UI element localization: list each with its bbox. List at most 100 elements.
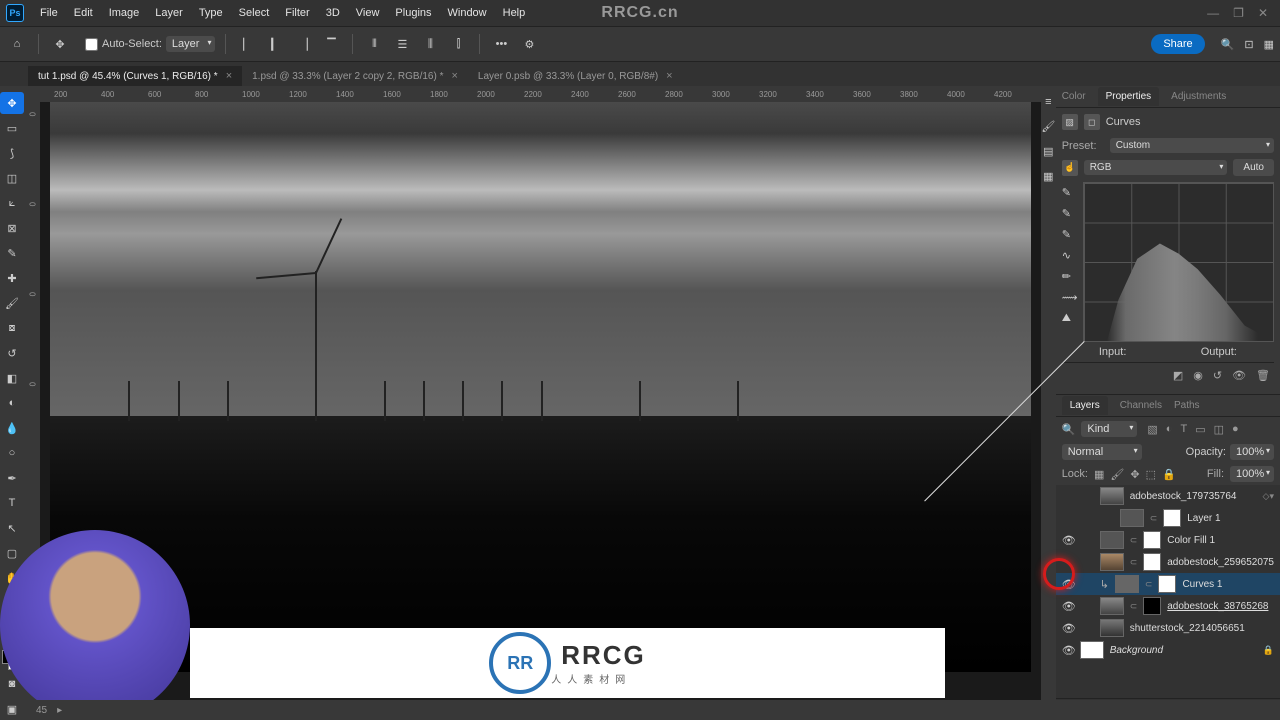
menu-edit[interactable]: Edit xyxy=(66,7,101,19)
align-left-icon[interactable]: ▏ xyxy=(236,33,258,55)
pencil-mode-icon[interactable]: ✏ xyxy=(1062,270,1078,283)
pen-tool[interactable]: ✒ xyxy=(0,467,24,489)
menu-select[interactable]: Select xyxy=(231,7,278,19)
menu-file[interactable]: File xyxy=(32,7,66,19)
sample-black-icon[interactable]: ✎ xyxy=(1062,228,1078,241)
move-tool[interactable]: ✥ xyxy=(0,92,24,114)
align-right-icon[interactable]: ▕ xyxy=(292,33,314,55)
filter-type-icon[interactable]: T xyxy=(1180,423,1187,436)
shape-tool[interactable]: ▢ xyxy=(0,542,24,564)
crop-tool[interactable]: ⟀ xyxy=(0,192,24,214)
history-brush-tool[interactable]: ↺ xyxy=(0,342,24,364)
visibility-icon[interactable]: 👁 xyxy=(1062,600,1074,613)
filter-pixel-icon[interactable]: ▧ xyxy=(1147,423,1157,436)
align-center-h-icon[interactable]: ▎ xyxy=(264,33,286,55)
filter-toggle-icon[interactable]: ● xyxy=(1232,423,1239,436)
window-maximize-icon[interactable]: ❐ xyxy=(1233,6,1244,20)
eraser-tool[interactable]: ◧ xyxy=(0,367,24,389)
distribute-v-icon[interactable]: ☰ xyxy=(391,33,413,55)
history-panel-icon[interactable]: ≡ xyxy=(1045,96,1051,108)
marquee-tool[interactable]: ▭ xyxy=(0,117,24,139)
tab-channels[interactable]: Channels xyxy=(1120,400,1162,411)
lock-transparent-icon[interactable]: ▦ xyxy=(1094,468,1104,481)
menu-filter[interactable]: Filter xyxy=(277,7,317,19)
preset-dropdown[interactable]: Custom xyxy=(1110,138,1274,153)
opacity-value[interactable]: 100% xyxy=(1230,444,1274,460)
histogram-icon[interactable]: ⛰ xyxy=(1062,312,1078,325)
zoom-value[interactable]: 45 xyxy=(36,705,47,716)
search-icon[interactable]: 🔍 xyxy=(1221,38,1235,51)
menu-3d[interactable]: 3D xyxy=(318,7,348,19)
layer-row[interactable]: 👁shutterstock_2214056651 xyxy=(1056,617,1280,639)
close-icon[interactable]: × xyxy=(666,70,672,82)
stamp-tool[interactable]: ⧇ xyxy=(0,317,24,339)
lock-artboard-icon[interactable]: ⬚ xyxy=(1146,468,1156,481)
distribute-3-icon[interactable]: ⫼ xyxy=(419,33,441,55)
distribute-h-icon[interactable]: ⫴ xyxy=(363,33,385,55)
filter-adjust-icon[interactable]: ◐ xyxy=(1166,423,1173,436)
delete-adjustment-icon[interactable]: 🗑 xyxy=(1256,369,1270,382)
align-top-icon[interactable]: ▔ xyxy=(320,33,342,55)
visibility-icon[interactable]: 👁 xyxy=(1062,644,1074,657)
menu-window[interactable]: Window xyxy=(440,7,495,19)
3d-mode-icon[interactable]: ⚙ xyxy=(518,33,540,55)
layer-row[interactable]: adobestock_179735764◇▾ xyxy=(1056,485,1280,507)
layer-row[interactable]: 👁⊂Color Fill 1 xyxy=(1056,529,1280,551)
curves-graph[interactable] xyxy=(1083,182,1274,342)
tab-color[interactable]: Color xyxy=(1062,91,1086,102)
visibility-icon[interactable]: 👁 xyxy=(1062,622,1074,635)
swatches-panel-icon[interactable]: ▤ xyxy=(1043,145,1053,158)
sample-white-icon[interactable]: ✎ xyxy=(1062,186,1078,199)
window-minimize-icon[interactable]: — xyxy=(1207,6,1219,20)
lock-pixels-icon[interactable]: 🖌 xyxy=(1110,468,1124,481)
workspace-icon[interactable]: ▦ xyxy=(1264,38,1274,51)
filter-shape-icon[interactable]: ▭ xyxy=(1195,423,1205,436)
menu-image[interactable]: Image xyxy=(101,7,148,19)
window-close-icon[interactable]: ✕ xyxy=(1258,6,1268,20)
tab-layers[interactable]: Layers xyxy=(1062,396,1108,415)
visibility-icon[interactable]: 👁 xyxy=(1062,578,1074,591)
lasso-tool[interactable]: ⟆ xyxy=(0,142,24,164)
lock-all-icon[interactable]: 🔒 xyxy=(1162,468,1176,481)
layer-row[interactable]: ⊂adobestock_259652075 xyxy=(1056,551,1280,573)
eyedropper-tool[interactable]: ✎ xyxy=(0,242,24,264)
menu-layer[interactable]: Layer xyxy=(147,7,191,19)
brush-panel-icon[interactable]: 🖌 xyxy=(1041,120,1055,133)
fill-value[interactable]: 100% xyxy=(1230,466,1274,482)
tab-adjustments[interactable]: Adjustments xyxy=(1171,91,1226,102)
layer-row[interactable]: 👁⊂adobestock_38765268 xyxy=(1056,595,1280,617)
menu-type[interactable]: Type xyxy=(191,7,231,19)
path-select-tool[interactable]: ↖ xyxy=(0,517,24,539)
channel-dropdown[interactable]: RGB xyxy=(1084,160,1228,175)
doc-tab-0[interactable]: tut 1.psd @ 45.4% (Curves 1, RGB/16) *× xyxy=(28,66,242,86)
dodge-tool[interactable]: ○ xyxy=(0,442,24,464)
reset-icon[interactable]: ↺ xyxy=(1213,369,1222,382)
menu-plugins[interactable]: Plugins xyxy=(387,7,439,19)
object-select-tool[interactable]: ◫ xyxy=(0,167,24,189)
tab-paths[interactable]: Paths xyxy=(1174,400,1200,411)
home-icon[interactable]: ⌂ xyxy=(6,33,28,55)
visibility-icon[interactable]: 👁 xyxy=(1062,534,1074,547)
layer-row[interactable]: 👁Background🔒 xyxy=(1056,639,1280,661)
brush-tool[interactable]: 🖌 xyxy=(0,292,24,314)
share-button[interactable]: Share xyxy=(1151,34,1204,54)
sample-gray-icon[interactable]: ✎ xyxy=(1062,207,1078,220)
layer-row[interactable]: 👁↳⊂Curves 1 xyxy=(1056,573,1280,595)
move-tool-icon[interactable]: ✥ xyxy=(49,33,71,55)
more-options-icon[interactable]: ••• xyxy=(490,33,512,55)
clip-to-layer-icon[interactable]: ◩ xyxy=(1173,369,1183,382)
menu-help[interactable]: Help xyxy=(495,7,534,19)
filter-kind-dropdown[interactable]: Kind xyxy=(1081,421,1137,437)
menu-view[interactable]: View xyxy=(348,7,388,19)
filter-smart-icon[interactable]: ◫ xyxy=(1214,423,1224,436)
gradient-tool[interactable]: ◐ xyxy=(0,392,24,414)
targeted-adjust-icon[interactable]: ☝ xyxy=(1062,160,1078,176)
distribute-4-icon[interactable]: ⫿ xyxy=(447,33,469,55)
layer-row[interactable]: ⊂Layer 1 xyxy=(1056,507,1280,529)
screen-mode-icon[interactable]: ▣ xyxy=(0,698,24,720)
view-previous-icon[interactable]: ◉ xyxy=(1193,369,1203,382)
filter-kind-icon[interactable]: 🔍 xyxy=(1062,423,1076,436)
lock-position-icon[interactable]: ✥ xyxy=(1130,468,1139,481)
auto-button[interactable]: Auto xyxy=(1233,159,1274,176)
curve-mode-icon[interactable]: ∿ xyxy=(1062,249,1078,262)
